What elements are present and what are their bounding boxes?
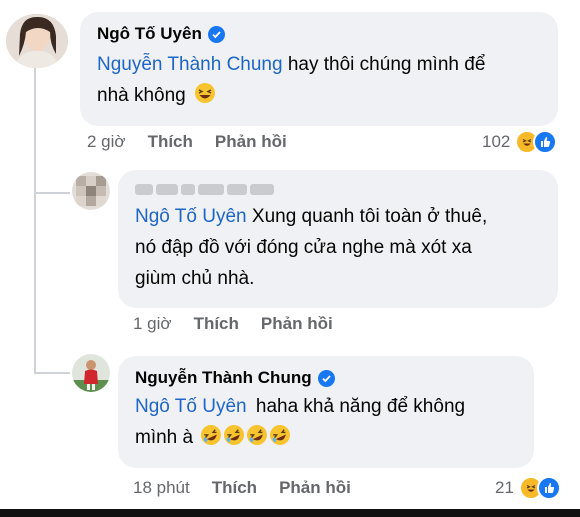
rolling-on-floor-laughing-icon (270, 425, 291, 445)
grinning-squinting-face-icon (194, 82, 216, 114)
blurred-author-name[interactable] (135, 184, 541, 195)
bottom-bar (0, 509, 580, 517)
avatar[interactable] (72, 354, 110, 392)
comment-author[interactable]: Nguyễn Thành Chung (135, 368, 517, 388)
comment-actions: 18 phút Thích Phản hồi (133, 478, 351, 498)
comment-text-line: giùm chủ nhà. (135, 268, 255, 289)
comment-text-line: nó đập đồ với đóng cửa nghe mà xót xa (135, 237, 472, 258)
comment-bubble: Ngô Tố Uyên Xung quanh tôi toàn ở thuê, … (118, 170, 558, 308)
avatar[interactable] (6, 14, 68, 68)
comment-text-line: mình à (135, 427, 194, 448)
timestamp[interactable]: 18 phút (133, 478, 190, 498)
mention-link[interactable]: Ngô Tố Uyên (135, 206, 247, 227)
rolling-on-floor-laughing-icon (201, 425, 222, 445)
rolling-on-floor-laughing-icon (224, 425, 245, 445)
comment-text: Ngô Tố Uyên Xung quanh tôi toàn ở thuê, … (135, 201, 541, 294)
comment-text: Nguyễn Thành Chung hay thôi chúng mình đ… (97, 49, 541, 114)
thread-line-branch-2-h (34, 372, 70, 374)
thread-line-main (34, 68, 36, 373)
thread-line-branch-1-h (34, 192, 70, 194)
comment-text-line: haha khả năng để không (255, 396, 466, 417)
comment-actions: 1 giờ Thích Phản hồi (133, 314, 333, 334)
comment-text-line: hay thôi chúng mình để (287, 54, 486, 75)
comment-text: Ngô Tố Uyên haha khả năng để không mình … (135, 391, 517, 456)
like-reaction-icon (533, 130, 558, 154)
timestamp[interactable]: 2 giờ (87, 132, 126, 152)
comment-text-line: Xung quanh tôi toàn ở thuê, (251, 206, 488, 227)
reply-button[interactable]: Phản hồi (215, 132, 287, 152)
comment-bubble: Nguyễn Thành Chung Ngô Tố Uyên haha khả … (118, 356, 534, 468)
like-button[interactable]: Thích (212, 478, 257, 498)
reaction-count[interactable]: 102 (482, 132, 510, 152)
reply-button[interactable]: Phản hồi (279, 478, 351, 498)
reaction-summary[interactable]: 102 (482, 130, 558, 154)
timestamp[interactable]: 1 giờ (133, 314, 172, 334)
like-button[interactable]: Thích (148, 132, 193, 152)
reaction-summary[interactable]: 21 (495, 476, 561, 500)
comment-actions: 2 giờ Thích Phản hồi (87, 132, 287, 152)
rolling-on-floor-laughing-icon (247, 425, 268, 445)
mention-link[interactable]: Ngô Tố Uyên (135, 396, 247, 417)
author-name[interactable]: Ngô Tố Uyên (97, 24, 202, 44)
author-name[interactable]: Nguyễn Thành Chung (135, 368, 312, 388)
rolling-on-floor-laughing-icon (200, 424, 292, 456)
verified-badge-icon (207, 25, 225, 43)
like-button[interactable]: Thích (194, 314, 239, 334)
reaction-count[interactable]: 21 (495, 478, 514, 498)
reply-button[interactable]: Phản hồi (261, 314, 333, 334)
mention-link[interactable]: Nguyễn Thành Chung (97, 54, 283, 75)
comment-author[interactable]: Ngô Tố Uyên (97, 24, 541, 44)
avatar[interactable] (72, 172, 110, 210)
comment-text-line: nhà không (97, 85, 186, 106)
comment-bubble: Ngô Tố Uyên Nguyễn Thành Chung hay thôi … (80, 12, 558, 126)
like-reaction-icon (536, 476, 561, 500)
verified-badge-icon (317, 369, 335, 387)
